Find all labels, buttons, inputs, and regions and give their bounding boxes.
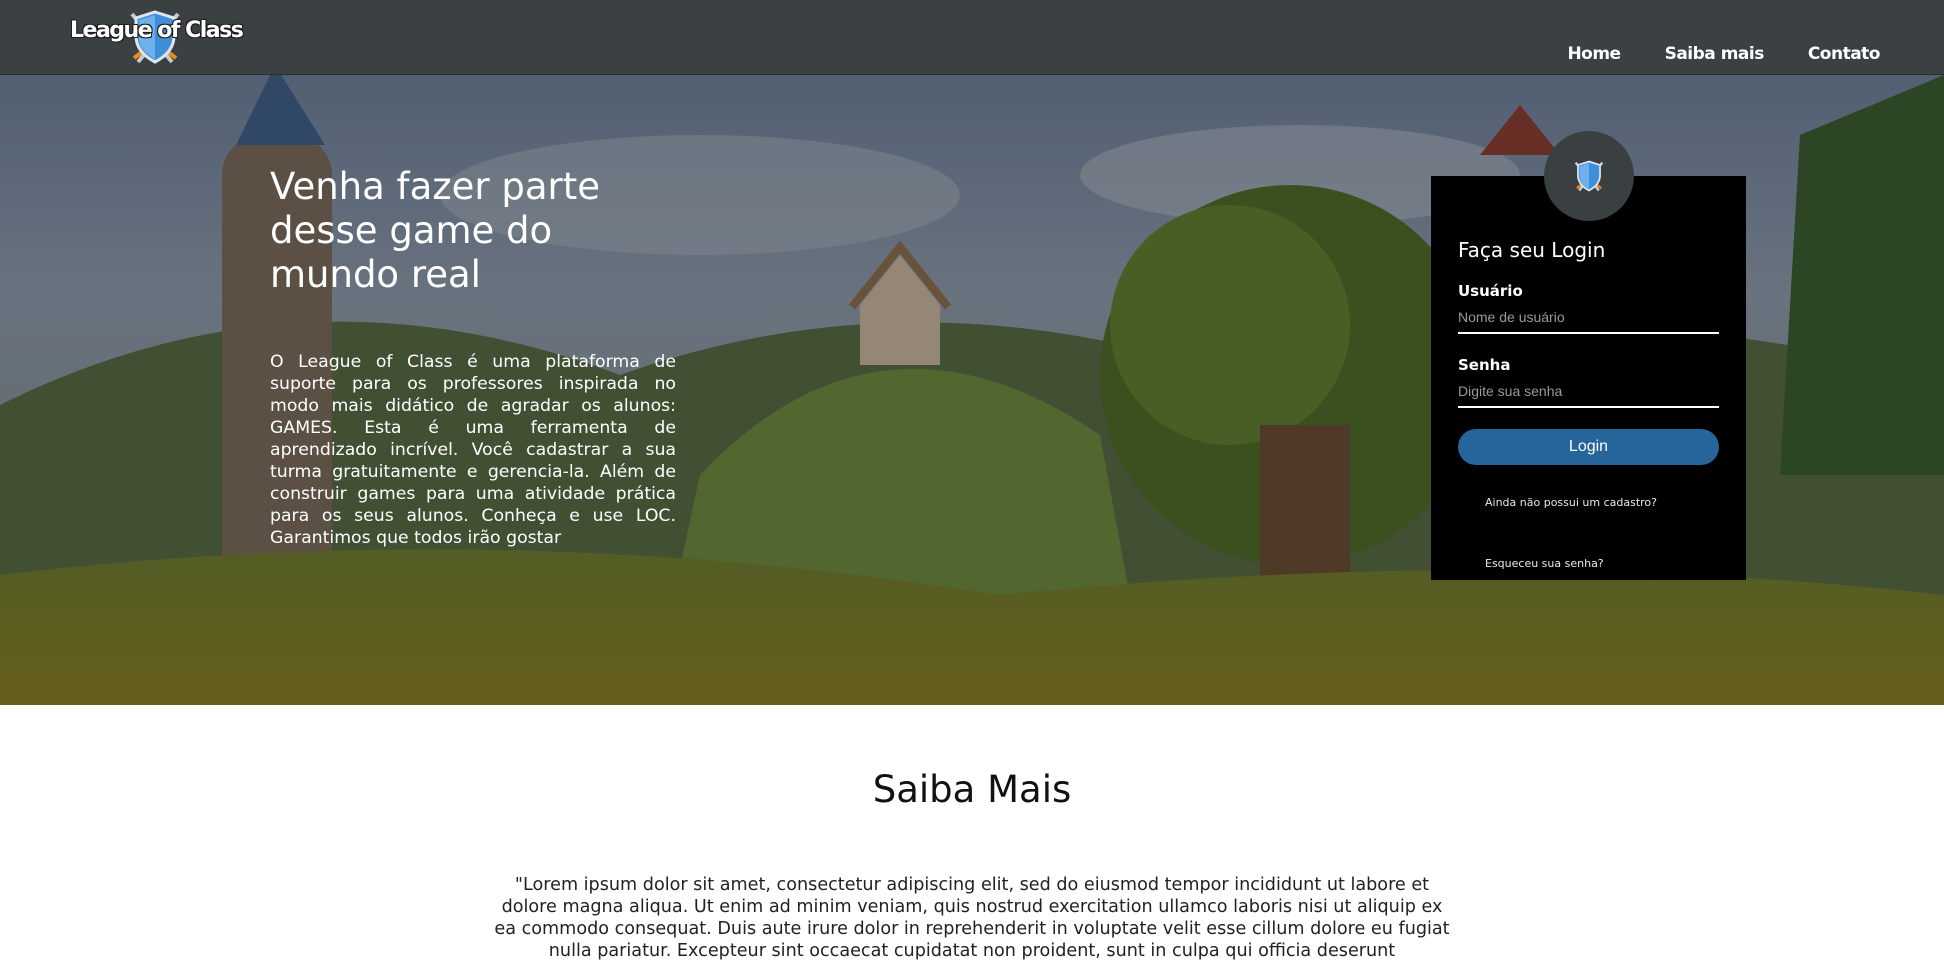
username-input[interactable] [1458,302,1719,334]
nav-saiba-mais[interactable]: Saiba mais [1665,44,1765,64]
password-label: Senha [1458,356,1511,374]
logo-text: League of Class [70,18,244,43]
login-title: Faça seu Login [1458,238,1606,262]
main-nav: Home Saiba mais Contato [1567,44,1880,64]
site-logo[interactable]: League of Class [70,6,245,68]
login-avatar [1544,131,1634,221]
register-link[interactable]: Ainda não possui um cadastro? [1485,496,1657,509]
about-section-title: Saiba Mais [872,768,1072,811]
nav-home[interactable]: Home [1567,44,1621,64]
user-label: Usuário [1458,282,1523,300]
hero-title: Venha fazer parte desse game do mundo re… [270,165,601,296]
login-button[interactable]: Login [1458,429,1719,465]
password-input[interactable] [1458,376,1719,408]
top-navbar: League of Class Home Saiba mais Contato [0,0,1944,75]
login-card: Faça seu Login Usuário Senha Login Ainda… [1431,176,1746,580]
about-section-text: "Lorem ipsum dolor sit amet, consectetur… [494,875,1450,961]
forgot-password-link[interactable]: Esqueceu sua senha? [1485,557,1604,570]
hero-description: O League of Class é uma plataforma de su… [270,352,676,548]
nav-contato[interactable]: Contato [1808,44,1881,64]
shield-swords-icon [1574,160,1604,192]
